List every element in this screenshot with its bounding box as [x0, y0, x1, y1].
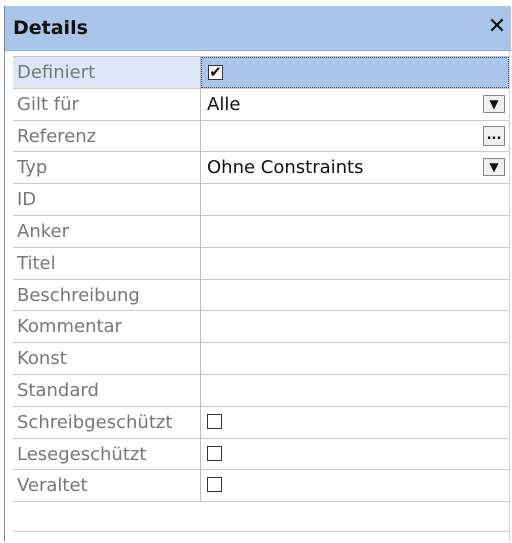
property-value[interactable] — [201, 280, 509, 311]
property-label: Schreibgeschützt — [13, 406, 201, 438]
property-grid: Definiert ✔ Gilt für Alle ▼ Referenz... Typ Ohn… — [13, 56, 509, 503]
property-value[interactable]: ... — [201, 121, 509, 152]
property-value[interactable] — [201, 248, 509, 279]
dropdown-arrow-icon[interactable]: ▼ — [483, 158, 505, 177]
property-label: Kommentar — [13, 311, 201, 343]
property-value[interactable] — [201, 311, 509, 342]
property-value[interactable] — [201, 407, 509, 438]
property-label: Gilt für — [13, 88, 201, 120]
property-row[interactable]: Standard — [13, 374, 509, 407]
property-value[interactable]: Alle ▼ — [201, 89, 509, 120]
property-value[interactable] — [201, 375, 509, 406]
checkbox[interactable] — [207, 445, 222, 461]
ellipsis-button[interactable]: ... — [483, 125, 505, 146]
property-row[interactable]: ID — [13, 184, 509, 216]
property-value[interactable] — [201, 216, 509, 247]
property-label: Definiert — [13, 57, 201, 88]
property-value[interactable]: ✔ — [201, 57, 509, 88]
property-label: Lesegeschützt — [13, 438, 201, 470]
property-label: Referenz — [13, 120, 201, 152]
checkbox[interactable] — [207, 477, 222, 493]
property-value[interactable] — [201, 439, 509, 470]
grid-bottom-divider — [13, 531, 509, 532]
property-row[interactable]: Definiert ✔ — [13, 57, 509, 89]
property-value[interactable]: Ohne Constraints ▼ — [201, 152, 509, 183]
property-row[interactable]: Kommentar — [13, 311, 509, 344]
property-label: ID — [13, 184, 201, 215]
checkbox[interactable] — [207, 413, 222, 429]
property-value-text: Alle — [207, 93, 241, 115]
details-panel: Details ✕ Definiert ✔ Gilt für Alle ▼ Referen… — [4, 6, 511, 541]
property-row[interactable]: Schreibgeschützt — [13, 406, 509, 439]
property-value-text: Ohne Constraints — [207, 157, 364, 179]
property-row[interactable]: Typ Ohne Constraints ▼ — [13, 152, 509, 185]
property-row[interactable]: Referenz... — [13, 120, 509, 153]
property-label: Titel — [13, 247, 201, 279]
property-row[interactable]: Gilt für Alle ▼ — [13, 88, 509, 121]
dropdown-arrow-icon[interactable]: ▼ — [483, 94, 505, 113]
panel-title: Details — [13, 17, 88, 39]
property-value[interactable] — [201, 470, 509, 501]
property-row[interactable]: Titel — [13, 247, 509, 280]
property-row[interactable]: Lesegeschützt — [13, 438, 509, 471]
panel-titlebar: Details ✕ — [5, 6, 511, 51]
property-value[interactable] — [201, 184, 509, 215]
checkbox[interactable]: ✔ — [208, 65, 223, 80]
property-row[interactable]: Anker — [13, 215, 509, 248]
property-label: Veraltet — [13, 470, 201, 502]
property-label: Typ — [13, 152, 201, 184]
property-row[interactable]: Konst — [13, 343, 509, 375]
property-row[interactable]: Beschreibung — [13, 279, 509, 312]
property-label: Beschreibung — [13, 279, 201, 311]
property-row[interactable]: Veraltet — [13, 470, 509, 503]
property-label: Konst — [13, 343, 201, 374]
property-label: Anker — [13, 215, 201, 247]
property-label: Standard — [13, 374, 201, 406]
close-icon[interactable]: ✕ — [485, 15, 509, 39]
property-value[interactable] — [201, 343, 509, 374]
